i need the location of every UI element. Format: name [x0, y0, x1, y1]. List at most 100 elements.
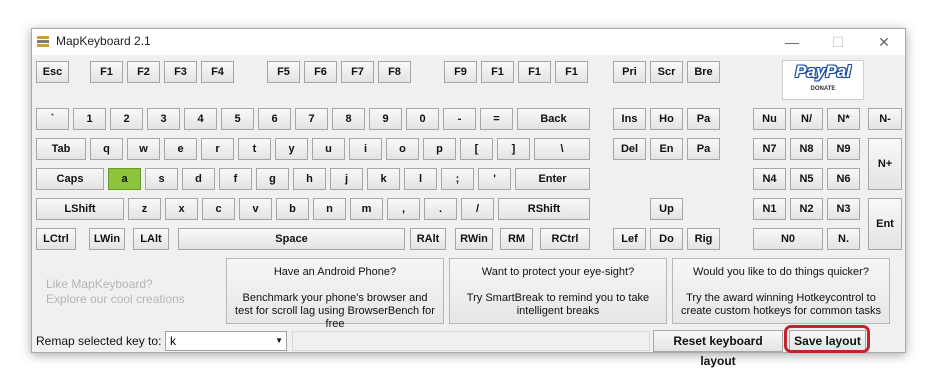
key-4[interactable]: 4	[184, 108, 217, 130]
key-o[interactable]: o	[386, 138, 419, 160]
key-break[interactable]: Bre	[687, 61, 720, 83]
key-esc[interactable]: Esc	[36, 61, 69, 83]
key-f6[interactable]: F6	[304, 61, 337, 83]
key-d[interactable]: d	[182, 168, 215, 190]
key-3[interactable]: 3	[147, 108, 180, 130]
key-v[interactable]: v	[239, 198, 272, 220]
key-backslash[interactable]: \	[534, 138, 590, 160]
key-num-1[interactable]: N1	[753, 198, 786, 220]
key-u[interactable]: u	[312, 138, 345, 160]
key-menu[interactable]: RM	[500, 228, 533, 250]
key-delete[interactable]: Del	[613, 138, 646, 160]
key-2[interactable]: 2	[110, 108, 143, 130]
key-equals[interactable]: =	[480, 108, 513, 130]
key-f1[interactable]: F1	[90, 61, 123, 83]
key-r[interactable]: r	[201, 138, 234, 160]
key-right-alt[interactable]: RAlt	[410, 228, 446, 250]
key-f3[interactable]: F3	[164, 61, 197, 83]
key-g[interactable]: g	[256, 168, 289, 190]
key-arrow-right[interactable]: Rig	[687, 228, 720, 250]
key-num-4[interactable]: N4	[753, 168, 786, 190]
key-num-multiply[interactable]: N*	[827, 108, 860, 130]
key-f8[interactable]: F8	[378, 61, 411, 83]
key-num-lock[interactable]: Nu	[753, 108, 786, 130]
key-arrow-left[interactable]: Lef	[613, 228, 646, 250]
key-0[interactable]: 0	[406, 108, 439, 130]
close-icon[interactable]: ✕	[869, 31, 899, 53]
key-f10[interactable]: F1	[481, 61, 514, 83]
key-5[interactable]: 5	[221, 108, 254, 130]
key-f12[interactable]: F1	[555, 61, 588, 83]
key-num-enter[interactable]: Ent	[868, 198, 902, 250]
key-z[interactable]: z	[128, 198, 161, 220]
key-left-bracket[interactable]: [	[460, 138, 493, 160]
key-end[interactable]: En	[650, 138, 683, 160]
key-right-bracket[interactable]: ]	[497, 138, 530, 160]
key-backtick[interactable]: `	[36, 108, 69, 130]
key-w[interactable]: w	[127, 138, 160, 160]
key-num-divide[interactable]: N/	[790, 108, 823, 130]
key-tab[interactable]: Tab	[36, 138, 86, 160]
key-slash[interactable]: /	[461, 198, 494, 220]
key-n[interactable]: n	[313, 198, 346, 220]
paypal-donate-button[interactable]: PayPal DONATE	[782, 60, 864, 100]
key-num-2[interactable]: N2	[790, 198, 823, 220]
key-left-shift[interactable]: LShift	[36, 198, 124, 220]
promo-panel-smartbreak[interactable]: Want to protect your eye-sight? Try Smar…	[449, 258, 667, 324]
key-p[interactable]: p	[423, 138, 456, 160]
key-j[interactable]: j	[330, 168, 363, 190]
key-x[interactable]: x	[165, 198, 198, 220]
key-m[interactable]: m	[350, 198, 383, 220]
key-c[interactable]: c	[202, 198, 235, 220]
key-num-decimal[interactable]: N.	[827, 228, 860, 250]
key-insert[interactable]: Ins	[613, 108, 646, 130]
key-f4[interactable]: F4	[201, 61, 234, 83]
key-f7[interactable]: F7	[341, 61, 374, 83]
key-8[interactable]: 8	[332, 108, 365, 130]
key-num-3[interactable]: N3	[827, 198, 860, 220]
key-1[interactable]: 1	[73, 108, 106, 130]
key-l[interactable]: l	[404, 168, 437, 190]
promo-panel-browserbench[interactable]: Have an Android Phone? Benchmark your ph…	[226, 258, 444, 330]
reset-keyboard-layout-button[interactable]: Reset keyboard layout	[653, 330, 783, 368]
maximize-icon[interactable]: ☐	[823, 31, 853, 53]
minimize-icon[interactable]: —	[777, 31, 807, 53]
key-num-7[interactable]: N7	[753, 138, 786, 160]
key-num-minus[interactable]: N-	[868, 108, 902, 130]
key-page-down[interactable]: Pa	[687, 138, 720, 160]
key-f5[interactable]: F5	[267, 61, 300, 83]
key-f11[interactable]: F1	[518, 61, 551, 83]
key-scroll-lock[interactable]: Scr	[650, 61, 683, 83]
key-print-screen[interactable]: Pri	[613, 61, 646, 83]
key-num-6[interactable]: N6	[827, 168, 860, 190]
key-9[interactable]: 9	[369, 108, 402, 130]
key-right-shift[interactable]: RShift	[498, 198, 590, 220]
key-num-9[interactable]: N9	[827, 138, 860, 160]
key-minus[interactable]: -	[443, 108, 476, 130]
key-f9[interactable]: F9	[444, 61, 477, 83]
key-quote[interactable]: '	[478, 168, 511, 190]
promo-panel-hotkeycontrol[interactable]: Would you like to do things quicker? Try…	[672, 258, 890, 324]
key-left-alt[interactable]: LAlt	[133, 228, 169, 250]
key-num-5[interactable]: N5	[790, 168, 823, 190]
key-7[interactable]: 7	[295, 108, 328, 130]
key-t[interactable]: t	[238, 138, 271, 160]
key-6[interactable]: 6	[258, 108, 291, 130]
key-num-0[interactable]: N0	[753, 228, 823, 250]
key-k[interactable]: k	[367, 168, 400, 190]
key-num-plus[interactable]: N+	[868, 138, 902, 190]
key-space[interactable]: Space	[178, 228, 405, 250]
key-caps-lock[interactable]: Caps	[36, 168, 104, 190]
key-arrow-down[interactable]: Do	[650, 228, 683, 250]
key-q[interactable]: q	[90, 138, 123, 160]
key-left-win[interactable]: LWin	[89, 228, 125, 250]
key-semicolon[interactable]: ;	[441, 168, 474, 190]
key-h[interactable]: h	[293, 168, 326, 190]
key-arrow-up[interactable]: Up	[650, 198, 683, 220]
promo-link[interactable]: Like MapKeyboard? Explore our cool creat…	[46, 277, 185, 307]
remap-key-select[interactable]: k ▼	[165, 331, 287, 351]
key-y[interactable]: y	[275, 138, 308, 160]
key-comma[interactable]: ,	[387, 198, 420, 220]
key-num-8[interactable]: N8	[790, 138, 823, 160]
key-right-win[interactable]: RWin	[455, 228, 493, 250]
